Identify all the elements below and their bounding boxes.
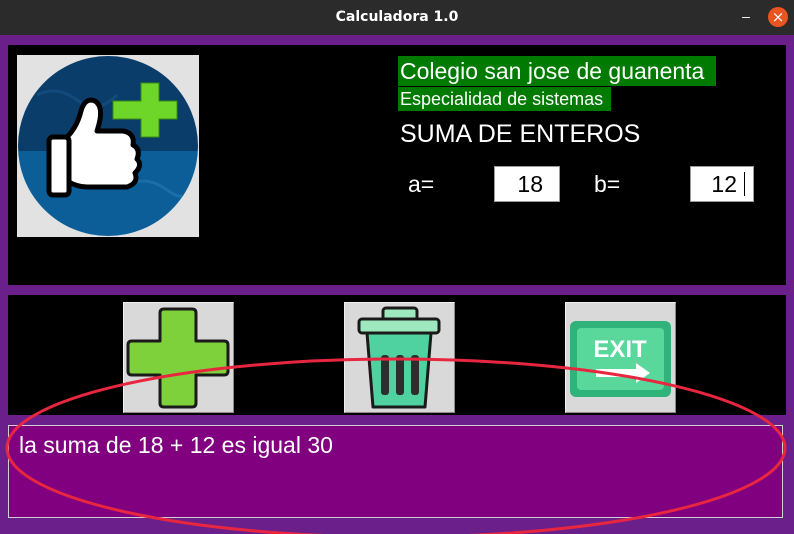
a-label: a= — [408, 171, 435, 197]
title-bar: Calculadora 1.0 – × — [0, 0, 794, 35]
logo — [17, 55, 199, 237]
exit-sign-icon: EXIT — [570, 321, 671, 397]
page-heading: SUMA DE ENTEROS — [400, 120, 641, 148]
close-button[interactable]: × — [768, 7, 788, 27]
b-label: b= — [594, 171, 621, 197]
clear-button[interactable] — [344, 302, 455, 413]
specialty-label: Especialidad de sistemas — [398, 87, 612, 111]
toolbar-panel: EXIT — [8, 295, 786, 415]
exit-sign-text: EXIT — [593, 336, 647, 363]
result-output: la suma de 18 + 12 es igual 30 — [8, 425, 783, 518]
header-panel: Colegio san jose de guanenta Especialida… — [8, 45, 786, 285]
school-name-label: Colegio san jose de guanenta — [398, 56, 717, 86]
window-title: Calculadora 1.0 — [335, 9, 459, 25]
exit-button[interactable]: EXIT — [565, 302, 676, 413]
plus-icon — [126, 307, 230, 409]
thumbs-up-plus-icon — [18, 56, 198, 236]
minimize-button[interactable]: – — [738, 6, 754, 26]
add-button[interactable] — [123, 302, 234, 413]
text-cursor — [744, 172, 745, 196]
trash-icon — [357, 306, 441, 409]
a-input[interactable] — [494, 166, 560, 202]
